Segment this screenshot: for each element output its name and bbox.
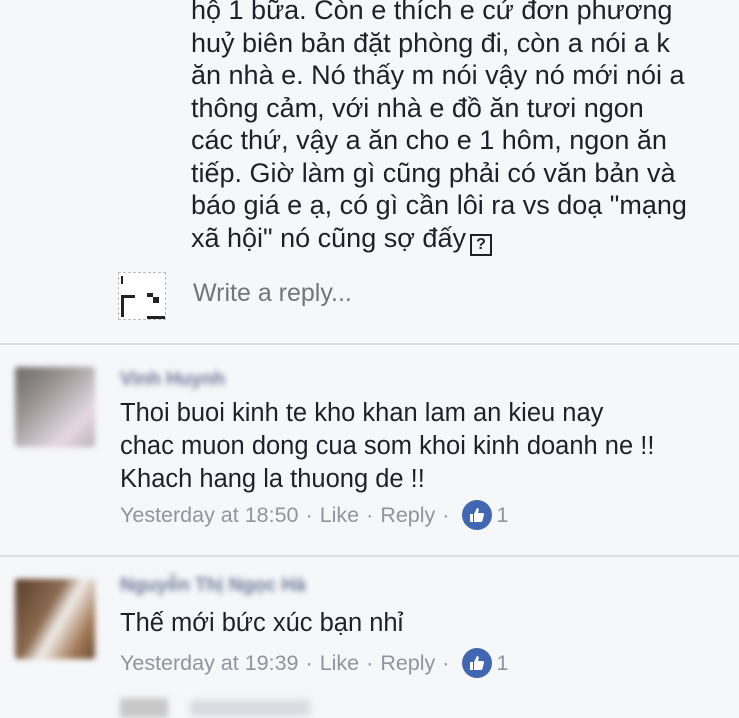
reply-link[interactable]: Reply: [380, 651, 435, 676]
reply-line: tiếp. Giờ làm gì cũng phải có văn bản và: [191, 157, 676, 188]
like-link[interactable]: Like: [320, 503, 359, 528]
separator: ·: [442, 502, 450, 527]
avatar[interactable]: [15, 579, 95, 659]
reply-line: báo giá e ạ, có gì cần lôi ra vs doạ "mạ…: [191, 190, 687, 220]
reply-line-last: xã hội" nó cũng sợ đấy?: [191, 222, 731, 256]
reply-line: các thứ, vậy a ăn cho e 1 hôm, ngon ăn: [191, 125, 667, 155]
separator: ·: [366, 502, 374, 527]
reply-line: thông cảm, với nhà e đồ ăn tươi ngon: [191, 92, 644, 123]
comment-timestamp[interactable]: Yesterday at 19:39: [120, 651, 299, 676]
comment-author[interactable]: Nguyễn Thị Ngọc Hà: [120, 575, 306, 599]
reply-input[interactable]: [191, 278, 517, 309]
write-reply-row: [118, 270, 718, 322]
comment-timestamp[interactable]: Yesterday at 18:50: [120, 503, 299, 528]
comment-line: Thoi buoi kinh te kho khan lam an kieu n…: [120, 399, 604, 427]
comment-text: Thế mới bức xúc bạn nhỉ: [120, 607, 403, 640]
current-user-avatar: [118, 272, 166, 320]
thumbs-up-icon[interactable]: [462, 500, 493, 530]
comment-line: chac muon dong cua som khoi kinh doanh n…: [120, 432, 655, 460]
reply-line-text: xã hội" nó cũng sợ đấy: [191, 222, 466, 253]
like-link[interactable]: Like: [320, 651, 359, 676]
reply-line: ăn nhà e. Nó thấy m nói vậy nó mới nói a: [191, 60, 685, 90]
comment-author[interactable]: Vinh Huynh: [120, 369, 225, 393]
reply-line: huỷ biên bản đặt phòng đi, còn a nói a k: [191, 27, 670, 58]
emoji-placeholder-icon: ?: [469, 233, 492, 256]
comment: Nguyễn Thị Ngọc Hà Thế mới bức xúc bạn n…: [0, 557, 739, 711]
comment-meta: Yesterday at 18:50 · Like · Reply · 1: [120, 500, 508, 530]
comment-meta: Yesterday at 19:39 · Like · Reply · 1: [120, 648, 508, 678]
comment-line: Thế mới bức xúc bạn nhỉ: [120, 609, 404, 637]
comment-line: Khach hang la thuong de !!: [120, 465, 425, 493]
reply-link[interactable]: Reply: [380, 503, 435, 528]
thumbs-up-icon[interactable]: [462, 648, 493, 678]
like-count: 1: [496, 650, 509, 675]
next-reply-avatar: [120, 698, 168, 718]
separator: ·: [366, 650, 374, 675]
separator: ·: [305, 502, 313, 527]
comment-text: Thoi buoi kinh te kho khan lam an kieu n…: [120, 397, 654, 496]
like-count: 1: [496, 502, 509, 527]
reply-comment-text: hộ 1 bữa. Còn e thích e cứ đơn phương hu…: [191, 0, 731, 256]
avatar[interactable]: [15, 367, 95, 447]
separator: ·: [305, 650, 313, 675]
separator: ·: [442, 650, 450, 675]
reply-line: hộ 1 bữa. Còn e thích e cứ đơn phương: [191, 0, 673, 25]
comment: Vinh Huynh Thoi buoi kinh te kho khan la…: [0, 345, 739, 555]
next-reply-author-blurred: [190, 700, 310, 716]
